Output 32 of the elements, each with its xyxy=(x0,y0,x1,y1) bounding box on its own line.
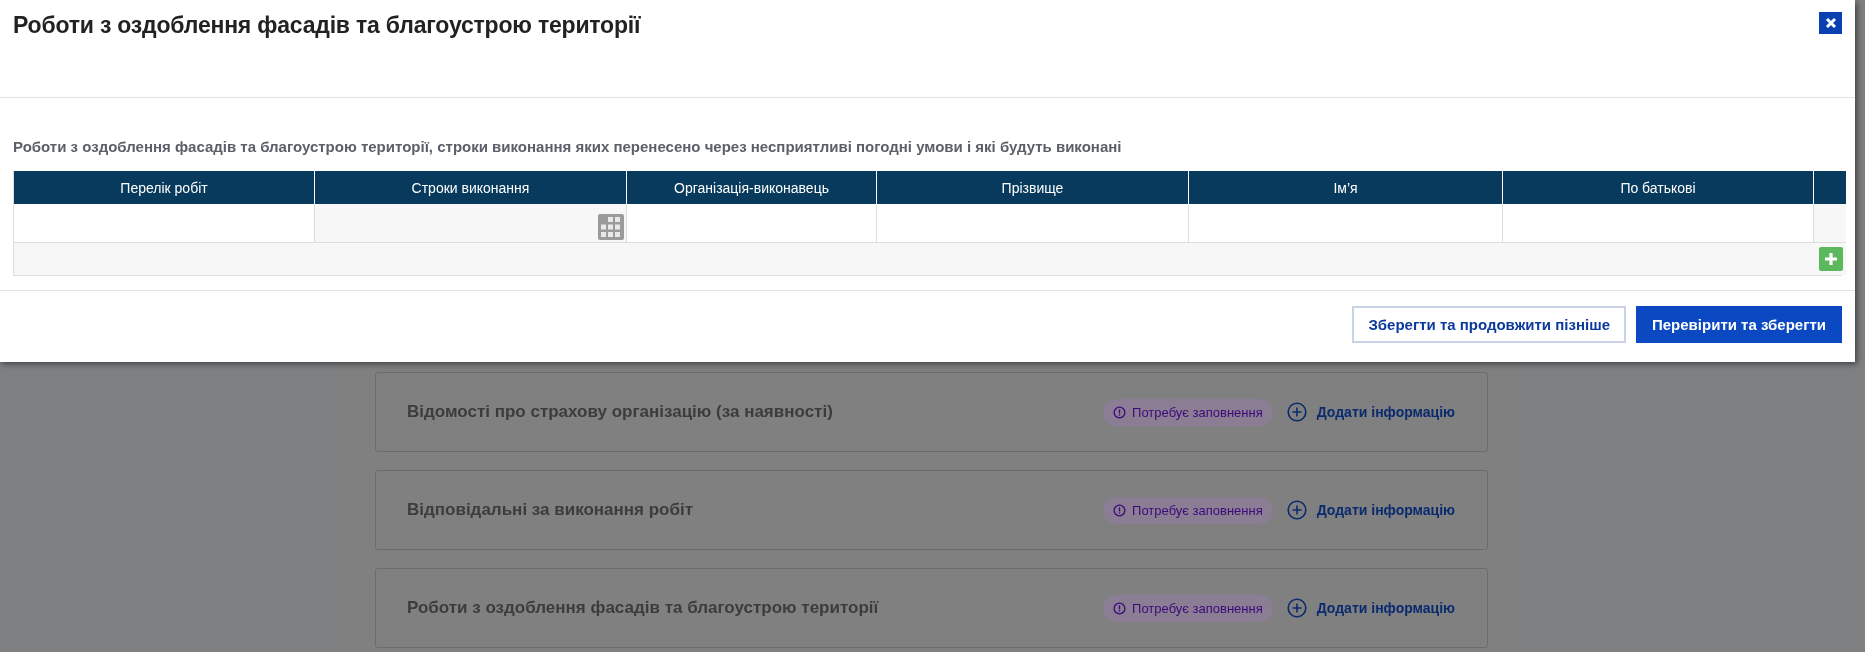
plus-circle-icon xyxy=(1286,598,1307,618)
column-header: По батькові xyxy=(1502,171,1813,204)
exclamation-icon xyxy=(1113,405,1127,419)
column-header: Прізвище xyxy=(876,171,1188,204)
add-info-button[interactable]: Додати інформацію xyxy=(1286,500,1455,520)
grid-icon[interactable] xyxy=(598,214,624,240)
close-icon xyxy=(1824,17,1837,29)
status-badge: Потребує заповнення xyxy=(1103,594,1273,622)
section-title: Роботи з оздоблення фасадів та благоустрою території xyxy=(407,598,880,618)
save-later-button[interactable]: Зберегти та продовжити пізніше xyxy=(1352,306,1626,343)
section-title: Відповідальні за виконання робіт xyxy=(407,500,695,520)
plus-circle-icon xyxy=(1286,500,1307,520)
exclamation-icon xyxy=(1113,503,1127,517)
status-badge: Потребує заповнення xyxy=(1103,496,1273,524)
save-button[interactable]: Перевірити та зберегти xyxy=(1636,306,1842,343)
column-header: Організація-виконавець xyxy=(626,171,876,204)
plus-circle-icon xyxy=(1286,402,1307,422)
add-info-button[interactable]: Додати інформацію xyxy=(1286,598,1455,618)
column-header: Ім’я xyxy=(1188,171,1502,204)
plus-icon xyxy=(1824,252,1838,266)
section-heading: Роботи з оздоблення фасадів та благоустрою території, строки виконання яких перенесено через несприятливі погодні умови і які будуть виконані xyxy=(13,138,1123,155)
date-field[interactable] xyxy=(314,204,626,242)
header-cell xyxy=(1813,171,1846,204)
column-header: Перелік робіт xyxy=(14,171,314,204)
add-info-button[interactable]: Додати інформацію xyxy=(1286,402,1455,422)
column-header: Строки виконання xyxy=(314,171,626,204)
status-badge: Потребує заповнення xyxy=(1103,398,1273,426)
close-button[interactable] xyxy=(1819,12,1842,34)
exclamation-icon xyxy=(1113,601,1127,615)
modal-title: Роботи з оздоблення фасадів та благоустрою території xyxy=(13,12,641,39)
add-row-button[interactable] xyxy=(1819,247,1843,271)
section-title: Відомості про страхову організацію (за наявності) xyxy=(407,402,834,422)
